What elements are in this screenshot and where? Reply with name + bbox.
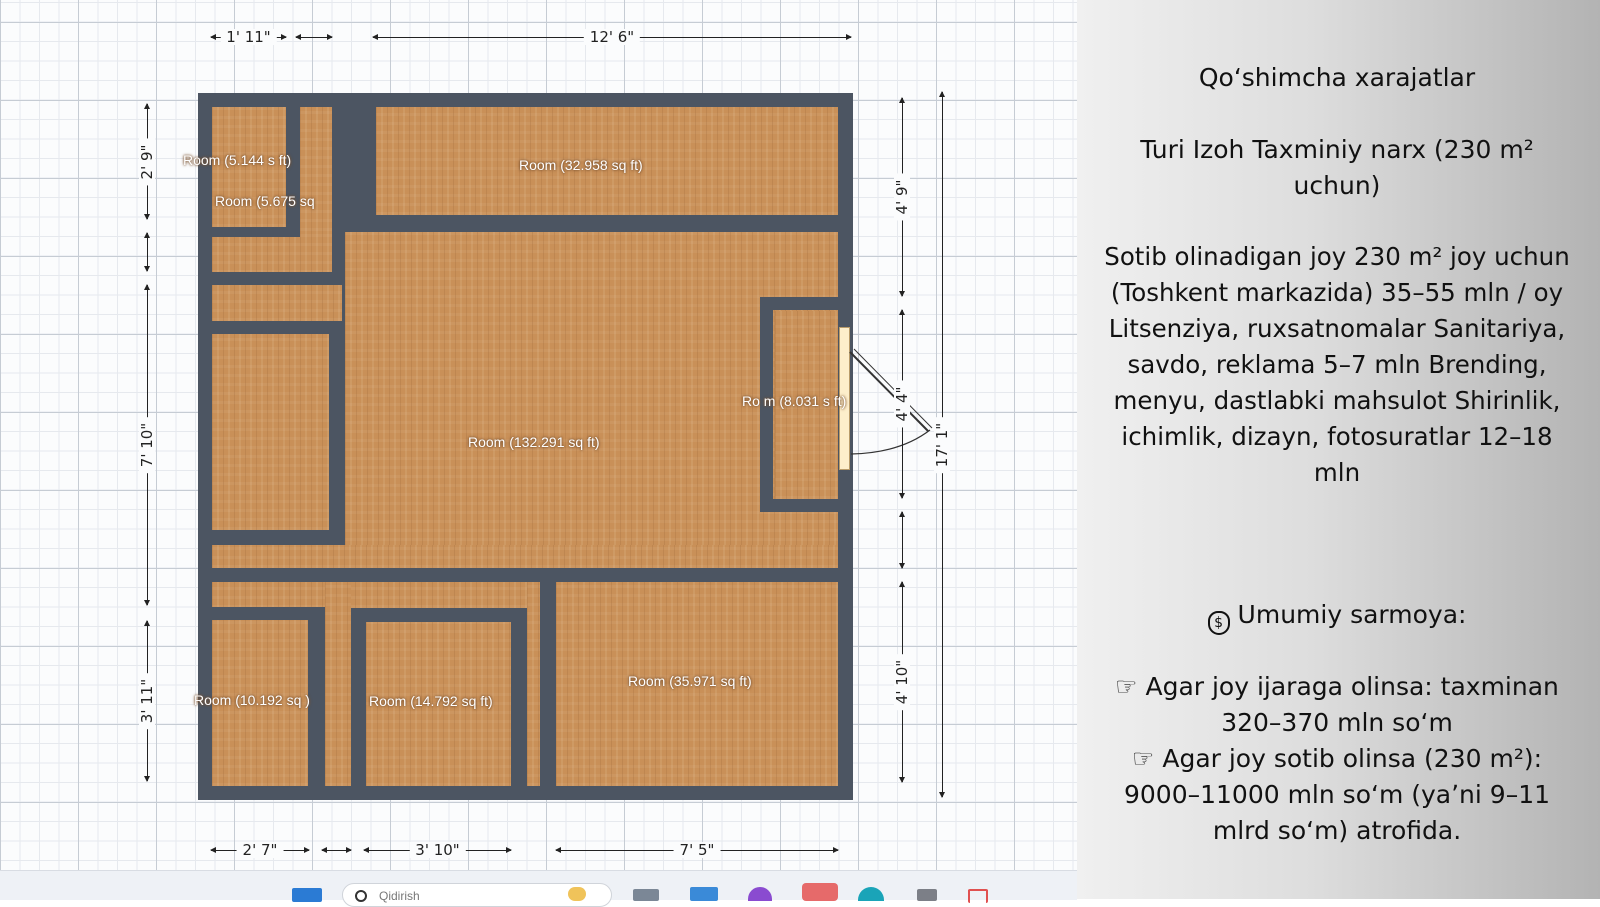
- wall: [205, 272, 345, 285]
- file-explorer-icon[interactable]: [633, 889, 659, 901]
- wall: [541, 569, 554, 793]
- dimension-bottom-1: 2' 7": [210, 842, 310, 858]
- dimension-left-2: 7' 10": [138, 284, 156, 606]
- door-swing-icon: [849, 348, 933, 455]
- table-header-row: Turi Izoh Taxminiy narx (230 m² uchun): [1140, 135, 1534, 200]
- money-bag-icon: $: [1207, 611, 1230, 635]
- pointing-hand-icon: ☞: [1131, 744, 1155, 773]
- room-label: Room (5.675 sq: [215, 193, 315, 209]
- wall: [361, 100, 374, 229]
- floor-r4-bottom: [212, 545, 838, 568]
- wall: [212, 227, 300, 237]
- room-label: Ro m (8.031 s ft): [742, 393, 847, 409]
- dimension-right-gap: [894, 511, 910, 569]
- snipping-icon[interactable]: [968, 889, 988, 903]
- room-label: Room (32.958 sq ft): [519, 157, 643, 173]
- search-icon: [355, 890, 367, 902]
- search-placeholder: Qidirish: [379, 889, 420, 903]
- dimension-left-gap: [139, 232, 155, 272]
- option-1-text: Agar joy ijaraga olinsa: taxminan 320–37…: [1145, 672, 1559, 737]
- room-label: Room (14.792 sq ft): [369, 693, 493, 709]
- wall: [205, 569, 846, 582]
- dimension-top-gap: [295, 29, 333, 45]
- wall: [205, 530, 342, 543]
- dimension-bottom-2: 3' 10": [363, 842, 512, 858]
- info-title: Qoʻshimcha xarajatlar: [1198, 63, 1476, 92]
- floor-bottom-strip: [212, 582, 540, 608]
- dimension-left-3: 3' 11": [138, 620, 156, 782]
- wall: [205, 607, 325, 620]
- option-2-text: Agar joy sotib olinsa (230 m²): 9000–110…: [1123, 744, 1551, 845]
- windows-start-icon[interactable]: [292, 888, 322, 902]
- floor-r2: [212, 233, 332, 273]
- taskbar: Qidirish: [0, 870, 1077, 907]
- room-label: Room (132.291 sq ft): [468, 434, 600, 450]
- dimension-right-3: 4' 10": [893, 581, 911, 783]
- table-rows: Sotib olinadigan joy 230 m² joy uchun (T…: [1104, 242, 1570, 487]
- dimension-top-left: 1' 11": [210, 29, 287, 45]
- room-label: Room (5.144 s ft): [183, 152, 292, 168]
- dimension-bottom-3: 7' 5": [555, 842, 839, 858]
- total-label: Umumiy sarmoya:: [1237, 600, 1467, 629]
- floor-plan-canvas[interactable]: Room (5.144 s ft) Room (5.675 sq Room (3…: [0, 0, 1077, 870]
- floor-r-left-mid: [212, 334, 329, 530]
- wall: [309, 607, 322, 793]
- pointing-hand-icon: ☞: [1115, 672, 1138, 701]
- wall: [329, 321, 342, 543]
- total-investment-heading: $ Umumiy sarmoya:: [1097, 597, 1577, 635]
- dimension-top-right: 12' 6": [372, 29, 852, 45]
- wall: [351, 609, 364, 793]
- wall: [760, 499, 846, 512]
- dimension-right-1: 4' 9": [893, 97, 911, 297]
- floor-gap-b: [527, 582, 540, 786]
- floor-corridor-left: [212, 285, 342, 321]
- dimension-right-2: 4' 4": [893, 309, 911, 499]
- dimension-right-total: 17' 1": [933, 91, 951, 798]
- wall: [361, 218, 846, 231]
- room-label: Room (35.971 sq ft): [628, 673, 752, 689]
- dimension-bottom-gap: [321, 842, 352, 858]
- game-icon[interactable]: [917, 889, 937, 901]
- wall: [205, 321, 342, 334]
- dimension-left-1: 2' 9": [138, 103, 156, 220]
- wall: [332, 100, 345, 285]
- floor-gap-a: [325, 582, 351, 786]
- wall: [351, 609, 526, 622]
- room-label: Room (10.192 sq ): [194, 692, 310, 708]
- wall: [513, 609, 526, 793]
- investment-option-1: ☞ Agar joy ijaraga olinsa: taxminan 320–…: [1097, 669, 1577, 741]
- app-icon[interactable]: [802, 883, 838, 901]
- info-panel: Qoʻshimcha xarajatlar Turi Izoh Taxminiy…: [1077, 0, 1600, 899]
- investment-option-2: ☞ Agar joy sotib olinsa (230 m²): 9000–1…: [1097, 741, 1577, 849]
